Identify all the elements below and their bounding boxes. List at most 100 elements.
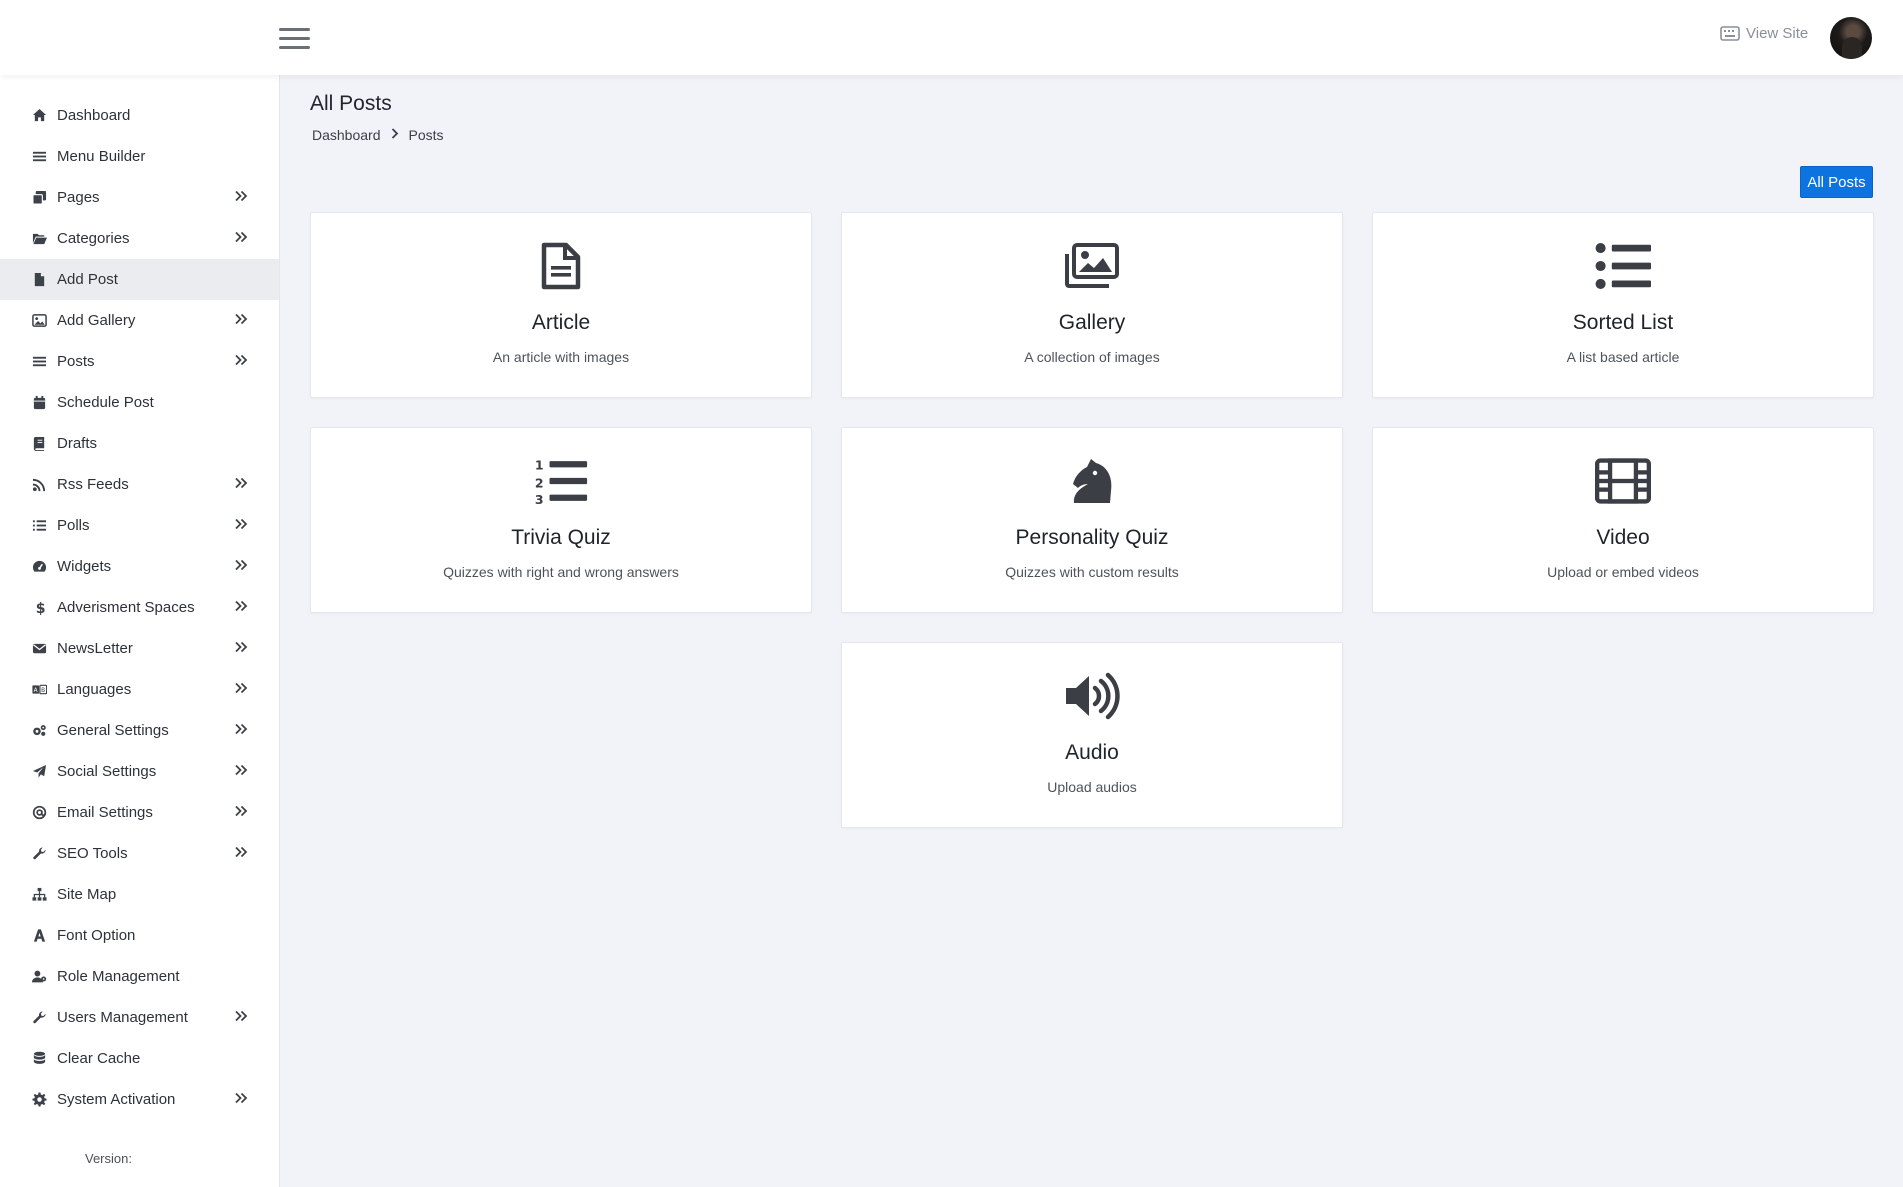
double-chevron-right-icon[interactable] [234, 353, 248, 369]
volume-up-icon [842, 671, 1342, 721]
sidebar-item-add-gallery[interactable]: Add Gallery [0, 300, 279, 341]
sidebar-item-drafts[interactable]: Drafts [0, 423, 279, 464]
avatar[interactable] [1830, 17, 1872, 59]
hamburger-menu-icon[interactable] [279, 28, 310, 50]
folder-open-icon [31, 231, 47, 247]
sidebar-item-label: Widgets [57, 558, 112, 575]
svg-text:$: $ [35, 601, 45, 615]
view-site-link[interactable]: View Site [1720, 25, 1808, 42]
rss-icon [31, 477, 47, 493]
card-title: Sorted List [1572, 311, 1674, 334]
sidebar-item-clear-cache[interactable]: Clear Cache [0, 1038, 279, 1079]
card-title: Trivia Quiz [511, 526, 611, 549]
sidebar-item-schedule-post[interactable]: Schedule Post [0, 382, 279, 423]
double-chevron-right-icon[interactable] [234, 845, 248, 861]
breadcrumb: Dashboard Posts [312, 127, 444, 143]
svg-text:1: 1 [535, 458, 544, 473]
post-type-card-personality-quiz[interactable]: Personality Quiz Quizzes with custom resu… [841, 427, 1343, 613]
sidebar-item-social-settings[interactable]: Social Settings [0, 751, 279, 792]
double-chevron-right-icon[interactable] [234, 230, 248, 246]
dollar-icon: $ [31, 600, 47, 616]
card-title: Video [1596, 526, 1650, 549]
double-chevron-right-icon[interactable] [234, 763, 248, 779]
user-cog-icon [31, 969, 47, 985]
sidebar-item-pages[interactable]: Pages [0, 177, 279, 218]
sidebar-item-users-management[interactable]: Users Management [0, 997, 279, 1038]
file-alt-icon [311, 241, 811, 291]
images-icon [842, 241, 1342, 291]
post-type-card-video[interactable]: Video Upload or embed videos [1372, 427, 1874, 613]
language-icon: AB [31, 682, 47, 698]
sidebar-item-label: Pages [57, 189, 100, 206]
sidebar-item-label: Clear Cache [57, 1050, 141, 1067]
sidebar-item-label: Schedule Post [57, 394, 154, 411]
card-description: Quizzes with custom results [1005, 564, 1179, 580]
bars-icon [31, 149, 47, 165]
paper-plane-icon [31, 764, 47, 780]
card-description: A list based article [1566, 349, 1680, 365]
page-title: All Posts [310, 92, 392, 115]
bars-icon [31, 354, 47, 370]
keyboard-icon [1720, 26, 1740, 41]
double-chevron-right-icon[interactable] [234, 476, 248, 492]
post-type-card-gallery[interactable]: Gallery A collection of images [841, 212, 1343, 398]
sidebar-item-add-post[interactable]: Add Post [0, 259, 279, 300]
card-title: Article [531, 311, 591, 334]
sidebar-item-label: Polls [57, 517, 90, 534]
book-icon [31, 436, 47, 452]
view-site-label: View Site [1746, 25, 1809, 42]
post-type-card-audio[interactable]: Audio Upload audios [841, 642, 1343, 828]
sidebar-item-widgets[interactable]: Widgets [0, 546, 279, 587]
all-posts-button[interactable]: All Posts [1800, 166, 1873, 198]
sidebar-item-system-activation[interactable]: System Activation [0, 1079, 279, 1120]
sidebar-item-adverisment-spaces[interactable]: $ Adverisment Spaces [0, 587, 279, 628]
sidebar-item-label: SEO Tools [57, 845, 128, 862]
post-type-card-trivia-quiz[interactable]: 1 2 3 Trivia Quiz Quizzes with right and wro… [310, 427, 812, 613]
envelope-icon [31, 641, 47, 657]
sidebar-item-general-settings[interactable]: General Settings [0, 710, 279, 751]
double-chevron-right-icon[interactable] [234, 517, 248, 533]
double-chevron-right-icon[interactable] [234, 599, 248, 615]
double-chevron-right-icon[interactable] [234, 1009, 248, 1025]
double-chevron-right-icon[interactable] [234, 804, 248, 820]
sidebar-item-newsletter[interactable]: NewsLetter [0, 628, 279, 669]
sidebar-item-posts[interactable]: Posts [0, 341, 279, 382]
sidebar-item-label: Email Settings [57, 804, 153, 821]
top-bar: View Site [0, 0, 1903, 75]
sidebar-item-label: General Settings [57, 722, 169, 739]
double-chevron-right-icon[interactable] [234, 189, 248, 205]
post-type-card-sorted-list[interactable]: Sorted List A list based article [1372, 212, 1874, 398]
sidebar-item-menu-builder[interactable]: Menu Builder [0, 136, 279, 177]
card-description: Upload audios [1047, 779, 1137, 795]
breadcrumb-dashboard[interactable]: Dashboard [312, 127, 381, 143]
card-description: An article with images [492, 349, 630, 365]
double-chevron-right-icon[interactable] [234, 640, 248, 656]
sidebar-item-label: System Activation [57, 1091, 176, 1108]
home-icon [31, 108, 47, 124]
sidebar-item-email-settings[interactable]: Email Settings [0, 792, 279, 833]
image-icon [31, 313, 47, 329]
sidebar-item-languages[interactable]: A B Languages [0, 669, 279, 710]
sidebar-item-font-option[interactable]: Font Option [0, 915, 279, 956]
wrench-icon [31, 846, 47, 862]
post-type-card-article[interactable]: Article An article with images [310, 212, 812, 398]
sidebar-item-categories[interactable]: Categories [0, 218, 279, 259]
chess-knight-icon [842, 456, 1342, 506]
double-chevron-right-icon[interactable] [234, 681, 248, 697]
sidebar-item-polls[interactable]: Polls [0, 505, 279, 546]
sidebar-item-dashboard[interactable]: Dashboard [0, 95, 279, 136]
sidebar-item-seo-tools[interactable]: SEO Tools [0, 833, 279, 874]
sidebar-item-label: Categories [57, 230, 130, 247]
sidebar-item-role-management[interactable]: Role Management [0, 956, 279, 997]
double-chevron-right-icon[interactable] [234, 722, 248, 738]
card-description: A collection of images [1024, 349, 1160, 365]
list-icon [31, 518, 47, 534]
double-chevron-right-icon[interactable] [234, 312, 248, 328]
sidebar-item-site-map[interactable]: Site Map [0, 874, 279, 915]
dashboard-icon [31, 559, 47, 575]
sidebar-item-rss-feeds[interactable]: Rss Feeds [0, 464, 279, 505]
film-icon [1373, 456, 1873, 506]
double-chevron-right-icon[interactable] [234, 558, 248, 574]
double-chevron-right-icon[interactable] [234, 1091, 248, 1107]
cog-icon [31, 1092, 47, 1108]
